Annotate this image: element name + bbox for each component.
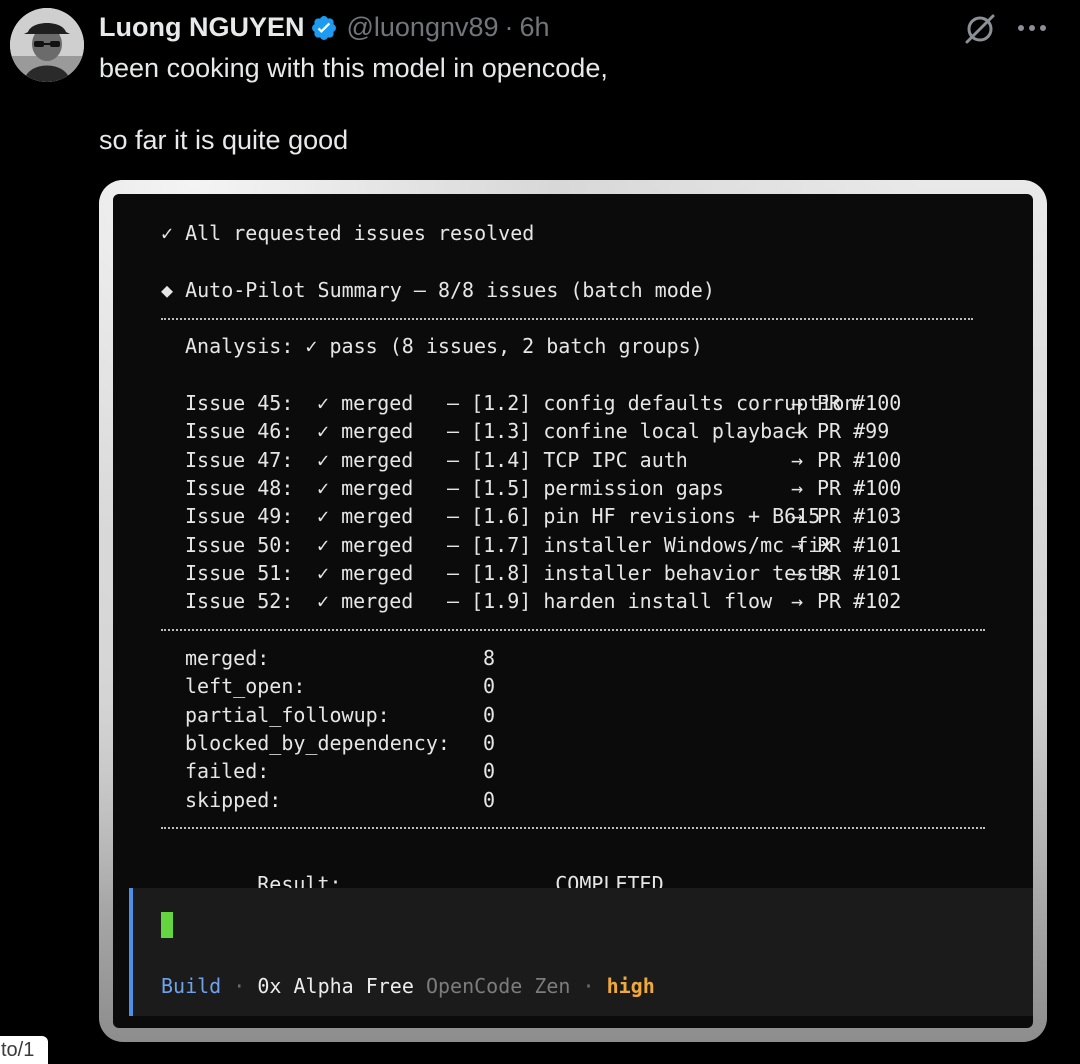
- issue-row: Issue 52: ✓ merged — [1.9] harden install …: [185, 587, 901, 615]
- issue-label: Issue 46:: [185, 419, 294, 444]
- issue-row: Issue 48: ✓ merged — [1.5] permission gaps…: [185, 474, 901, 502]
- stat-row: merged: 8: [185, 644, 495, 672]
- issue-description: — [1.6] pin HF revisions + B615: [447, 504, 821, 529]
- issue-label: Issue 47:: [185, 447, 294, 472]
- issue-status: ✓ merged: [317, 532, 414, 557]
- stat-key: partial_followup:: [185, 702, 390, 727]
- author-row: Luong NGUYEN @luongnv89 · 6h: [99, 7, 550, 47]
- stat-key: skipped:: [185, 787, 282, 812]
- stat-value: 0: [483, 759, 496, 784]
- issue-pr: PR #100: [817, 391, 902, 415]
- issue-description: — [1.5] permission gaps: [447, 475, 724, 500]
- issue-description: — [1.4] TCP IPC auth: [447, 447, 688, 472]
- issue-description: — [1.7] installer Windows/mc fix: [447, 532, 833, 557]
- grok-icon[interactable]: [960, 9, 1000, 49]
- provider-name: OpenCode Zen: [425, 974, 571, 998]
- divider-middle: [161, 629, 985, 631]
- meta-separator: ·: [504, 12, 514, 42]
- tweet-timestamp[interactable]: 6h: [520, 7, 550, 47]
- stat-key: merged:: [185, 646, 270, 670]
- issue-status: ✓ merged: [317, 560, 414, 585]
- status-separator-2: ·: [582, 974, 595, 998]
- issue-arrow: →: [791, 589, 804, 614]
- cropped-link-chip[interactable]: to/1: [0, 1036, 48, 1064]
- more-icon[interactable]: [1012, 10, 1052, 46]
- stat-value: 0: [483, 730, 496, 755]
- stat-value: 8: [483, 646, 496, 670]
- issue-arrow: →: [791, 447, 804, 472]
- tweet-media-photo[interactable]: ✓ All requested issues resolved ◆ Auto-P…: [99, 180, 1047, 1042]
- author-avatar[interactable]: [10, 8, 84, 82]
- issue-pr: PR #103: [817, 504, 902, 529]
- issue-row: Issue 46: ✓ merged — [1.3] confine local p…: [185, 417, 889, 445]
- mode-label[interactable]: Build: [161, 974, 221, 998]
- text-cursor: [161, 912, 173, 938]
- variant-label[interactable]: high: [607, 974, 655, 998]
- issue-row: Issue 51: ✓ merged — [1.8] installer behav…: [185, 559, 901, 587]
- prompt-input[interactable]: Build · 0x Alpha Free OpenCode Zen · hig…: [129, 888, 1033, 1016]
- resolved-line: ✓ All requested issues resolved: [161, 221, 535, 245]
- stat-key: failed:: [185, 759, 270, 784]
- issue-arrow: →: [791, 504, 804, 529]
- stat-key: left_open:: [185, 674, 306, 699]
- issue-arrow: →: [791, 532, 804, 557]
- analysis-line: Analysis: ✓ pass (8 issues, 2 batch grou…: [185, 334, 703, 358]
- issue-pr: PR #99: [817, 419, 890, 444]
- issue-row: Issue 45: ✓ merged — [1.2] config defaults…: [185, 389, 901, 417]
- issue-row: Issue 50: ✓ merged — [1.7] installer Windo…: [185, 531, 901, 559]
- issue-pr: PR #101: [817, 532, 902, 557]
- verified-badge-icon[interactable]: [310, 13, 338, 41]
- stat-row: partial_followup: 0: [185, 701, 495, 729]
- issue-label: Issue 45:: [185, 391, 294, 415]
- issue-row: Issue 47: ✓ merged — [1.4] TCP IPC auth → PR…: [185, 446, 901, 474]
- stat-key: blocked_by_dependency:: [185, 730, 450, 755]
- divider-bottom: [161, 827, 985, 829]
- issue-label: Issue 48:: [185, 475, 294, 500]
- terminal-screen: ✓ All requested issues resolved ◆ Auto-P…: [113, 194, 1033, 1028]
- issue-description: — [1.3] confine local playback: [447, 419, 809, 444]
- stat-row: skipped: 0: [185, 786, 495, 814]
- issue-pr: PR #100: [817, 475, 902, 500]
- issue-description: — [1.2] config defaults corruption: [447, 391, 857, 415]
- issue-arrow: →: [791, 419, 804, 444]
- tweet-text-line-2: so far it is quite good: [99, 125, 349, 155]
- issue-status: ✓ merged: [317, 475, 414, 500]
- stat-row: failed: 0: [185, 757, 495, 785]
- issue-label: Issue 52:: [185, 589, 294, 614]
- issue-row: Issue 49: ✓ merged — [1.6] pin HF revision…: [185, 502, 901, 530]
- issue-pr: PR #100: [817, 447, 902, 472]
- stat-value: 0: [483, 702, 496, 727]
- input-accent-bar: [129, 888, 133, 1016]
- issue-description: — [1.9] harden install flow: [447, 589, 773, 614]
- issue-label: Issue 49:: [185, 504, 294, 529]
- issue-description: — [1.8] installer behavior tests: [447, 560, 833, 585]
- issue-status: ✓ merged: [317, 419, 414, 444]
- divider-top: [161, 318, 973, 320]
- stat-value: 0: [483, 787, 496, 812]
- issue-label: Issue 50:: [185, 532, 294, 557]
- issue-arrow: →: [791, 560, 804, 585]
- issue-pr: PR #102: [817, 589, 902, 614]
- issue-arrow: →: [791, 391, 804, 415]
- issue-status: ✓ merged: [317, 391, 414, 415]
- issue-pr: PR #101: [817, 560, 902, 585]
- avatar-image: [10, 8, 84, 82]
- issue-status: ✓ merged: [317, 447, 414, 472]
- issue-status: ✓ merged: [317, 589, 414, 614]
- issue-arrow: →: [791, 475, 804, 500]
- model-status-line: Build · 0x Alpha Free OpenCode Zen · hig…: [161, 972, 655, 1000]
- author-name[interactable]: Luong NGUYEN: [99, 7, 304, 47]
- issue-status: ✓ merged: [317, 504, 414, 529]
- stat-row: blocked_by_dependency: 0: [185, 729, 495, 757]
- status-separator: ·: [233, 974, 246, 998]
- author-handle[interactable]: @luongnv89: [346, 7, 498, 47]
- stat-row: left_open: 0: [185, 672, 495, 700]
- tweet-text-line-1: been cooking with this model in opencode…: [99, 53, 608, 83]
- summary-line: ◆ Auto-Pilot Summary — 8/8 issues (batch…: [161, 278, 715, 302]
- stat-value: 0: [483, 674, 496, 699]
- issue-label: Issue 51:: [185, 560, 294, 585]
- model-name[interactable]: 0x Alpha Free: [257, 974, 414, 998]
